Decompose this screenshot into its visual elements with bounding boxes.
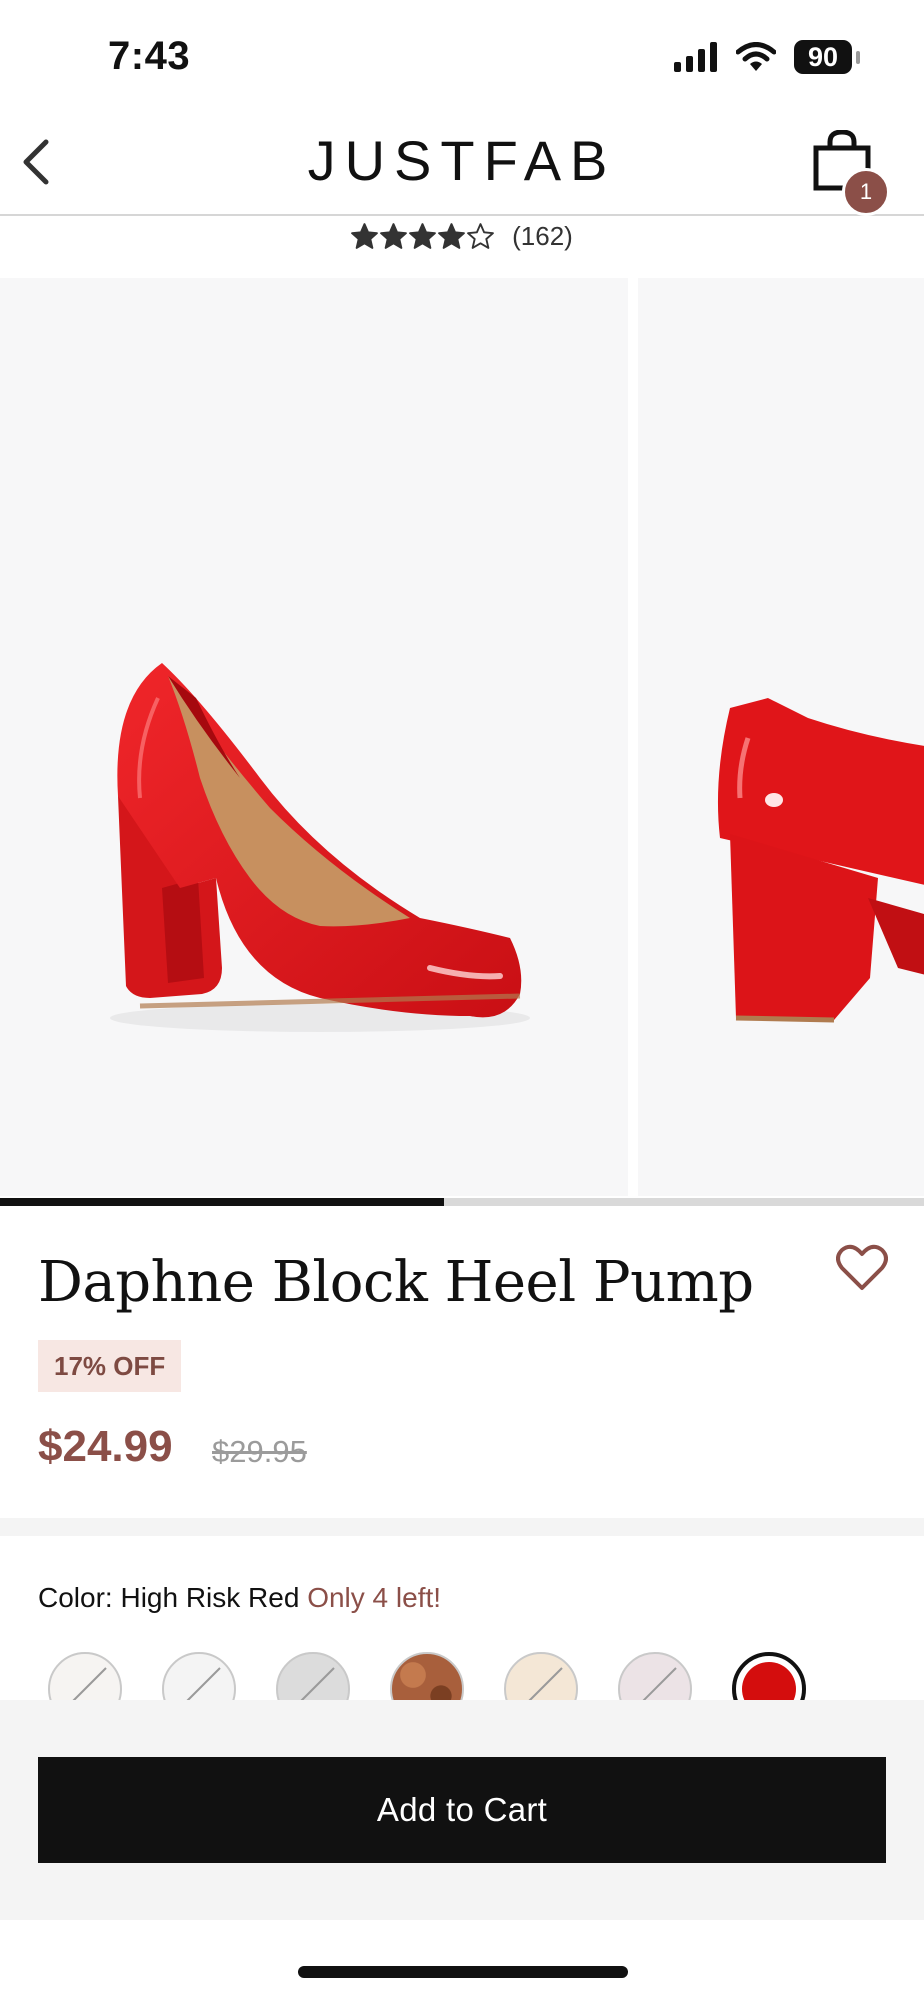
cellular-signal-icon: [674, 42, 717, 72]
product-title: Daphne Block Heel Pump: [38, 1250, 754, 1315]
color-label-row: Color: High Risk Red Only 4 left!: [38, 1582, 441, 1614]
product-image-2[interactable]: [638, 278, 924, 1196]
app-header: JUSTFAB 1: [0, 110, 924, 216]
review-count: (162): [512, 220, 573, 251]
wifi-icon: [736, 42, 776, 71]
rating-row[interactable]: (162): [0, 216, 924, 256]
star-rating: [351, 223, 495, 249]
stock-note: Only 4 left!: [307, 1582, 442, 1613]
star-filled-icon: [380, 223, 408, 249]
discount-badge: 17% OFF: [38, 1340, 182, 1392]
color-swatches: [0, 1640, 924, 1726]
brand-logo[interactable]: JUSTFAB: [0, 128, 924, 193]
battery-icon: 90: [794, 40, 860, 74]
status-icons: 90: [674, 40, 860, 74]
star-filled-icon: [409, 223, 437, 249]
product-image-1[interactable]: [0, 278, 628, 1196]
add-to-cart-button[interactable]: Add to Cart: [38, 1757, 886, 1863]
gallery-progress-bar: [0, 1198, 924, 1206]
sale-price: $24.99: [38, 1422, 173, 1471]
red-pump-image: [110, 663, 530, 1032]
cart-button[interactable]: 1: [812, 129, 892, 216]
gallery-progress-fill: [0, 1198, 444, 1206]
red-pump-side-image: [718, 698, 924, 1023]
star-filled-icon: [438, 223, 466, 249]
home-indicator: [298, 1966, 628, 1978]
star-empty-icon: [467, 223, 495, 249]
section-divider: [0, 1518, 924, 1536]
product-image-gallery[interactable]: [0, 278, 924, 1196]
star-filled-icon: [351, 223, 379, 249]
bottom-action-bar: Add to Cart: [0, 1700, 924, 1920]
original-price: $29.95: [212, 1434, 307, 1469]
battery-level: 90: [794, 40, 852, 74]
wishlist-button[interactable]: [836, 1244, 888, 1292]
cart-count-badge: 1: [842, 168, 890, 216]
color-label: Color: High Risk Red: [38, 1582, 300, 1613]
heart-icon: [836, 1244, 888, 1290]
status-time: 7:43: [108, 34, 191, 78]
